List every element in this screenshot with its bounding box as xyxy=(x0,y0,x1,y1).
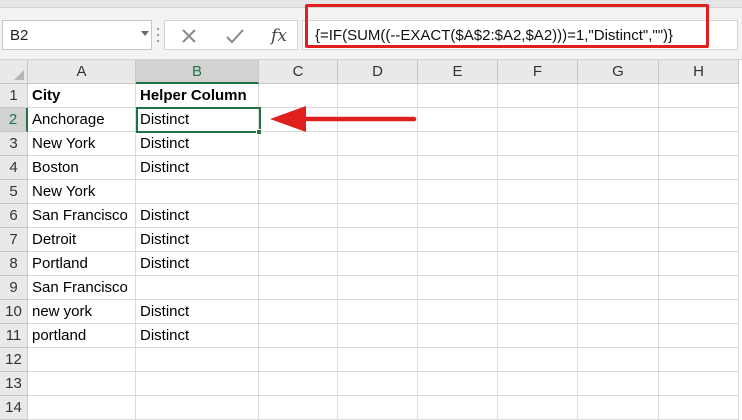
annotation-arrow xyxy=(270,106,417,132)
left-arrow-head xyxy=(270,106,306,132)
